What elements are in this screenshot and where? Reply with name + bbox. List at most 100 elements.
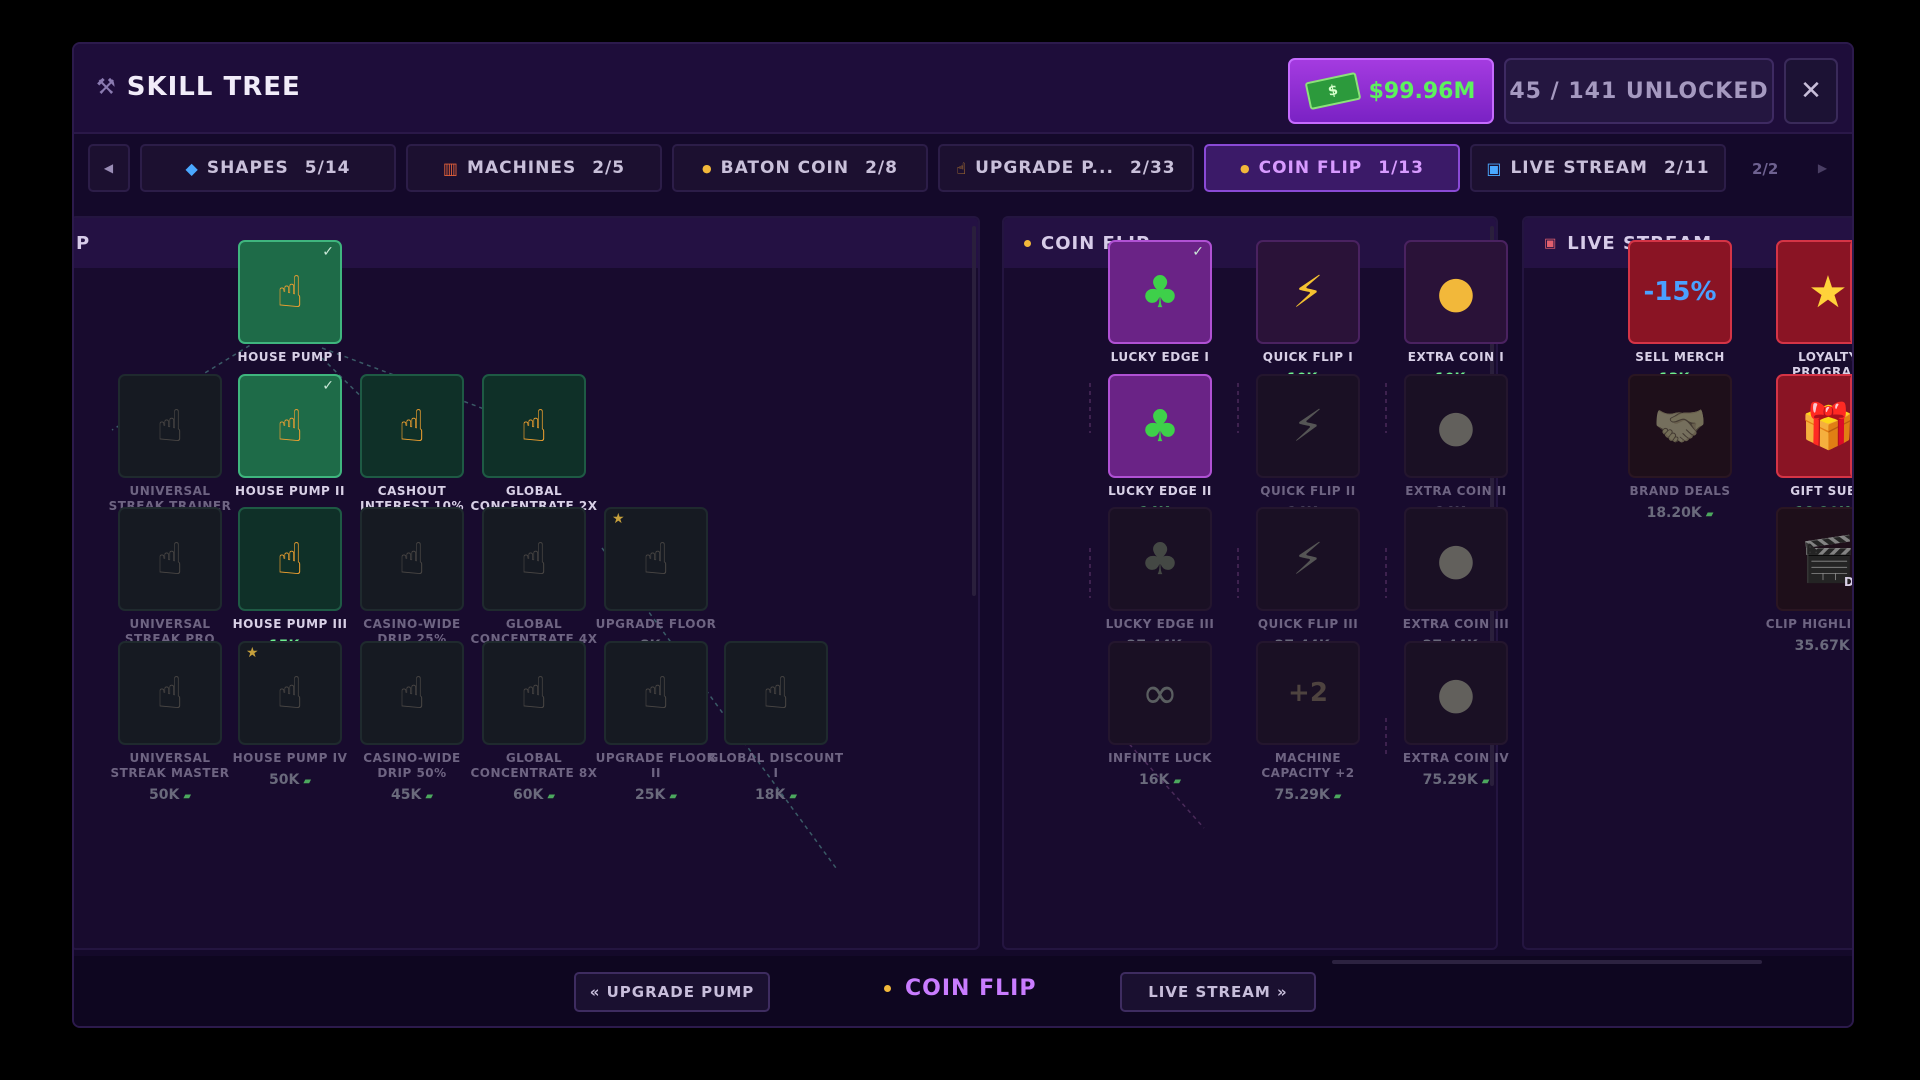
chevron-left-icon: ◀ xyxy=(103,161,115,175)
horizontal-scrollbar[interactable] xyxy=(1332,960,1762,964)
cash-icon: ▰ xyxy=(547,791,556,802)
skill-node[interactable]: ● xyxy=(1404,374,1508,478)
tv-icon: ▣ xyxy=(1544,235,1558,251)
price-value: 75.29K xyxy=(1422,772,1478,788)
skill-node[interactable]: ☝ ★ xyxy=(604,507,708,611)
tab-shapes[interactable]: ◆ SHAPES 5/14 xyxy=(140,144,396,192)
skill-node[interactable]: ☝ ✓ xyxy=(238,240,342,344)
current-section: COIN FLIP xyxy=(884,976,1036,1001)
handshake-icon: 🤝 xyxy=(1652,401,1708,452)
price-value: 50K xyxy=(268,772,300,788)
skill-node[interactable]: ☝ xyxy=(604,641,708,745)
pointing-hand-icon: ☝ xyxy=(762,667,790,719)
tab-label: COIN FLIP xyxy=(1258,158,1363,178)
cash-icon: ▰ xyxy=(1173,776,1182,787)
pointing-hand-icon: ☝ xyxy=(520,533,548,585)
skill-node[interactable]: ☝ ✓ xyxy=(238,374,342,478)
skill-node[interactable] xyxy=(1850,374,1852,478)
tabs-next-button[interactable]: ▶ xyxy=(1802,144,1844,192)
skill-price: 75.29K ▰ xyxy=(1376,772,1536,788)
tab-count: 2/33 xyxy=(1129,158,1176,178)
skill-label: UPGRADE FLOOR xyxy=(595,617,717,631)
coin-icon: ● xyxy=(1240,161,1251,175)
vertical-scrollbar[interactable] xyxy=(972,226,976,596)
skill-node[interactable]: ☝ xyxy=(360,374,464,478)
skill-node[interactable]: ☝ xyxy=(482,507,586,611)
tabs-prev-button[interactable]: ◀ xyxy=(88,144,130,192)
skill-node[interactable]: ☝ xyxy=(118,507,222,611)
header: ⚒ SKILL TREE $ $99.96M 45 / 141 UNLOCKED… xyxy=(74,44,1852,134)
tab-live-stream[interactable]: ▣ LIVE STREAM 2/11 xyxy=(1470,144,1726,192)
skill-node[interactable]: ☝ xyxy=(482,641,586,745)
skill-node[interactable]: ♣ xyxy=(1108,507,1212,611)
skill-node[interactable]: ● xyxy=(1404,507,1508,611)
coin-icon: ● xyxy=(1436,667,1476,719)
skill-node[interactable]: ☝ ★ xyxy=(238,641,342,745)
clover-icon: ♣ xyxy=(1140,533,1180,585)
skill-price: 18.20K▰ xyxy=(1600,505,1760,521)
price-value: 35.67K xyxy=(1794,638,1850,654)
price-value: 75.29K xyxy=(1274,787,1330,803)
skill-node[interactable]: ★✓ xyxy=(1776,240,1852,344)
footer-nav: « UPGRADE PUMP COIN FLIP LIVE STREAM » xyxy=(74,956,1852,1026)
tab-baton-coin[interactable]: ● BATON COIN 2/8 xyxy=(672,144,928,192)
skill-node[interactable]: ♣ ✓ xyxy=(1108,240,1212,344)
skill-node[interactable]: ☝ xyxy=(482,374,586,478)
coin-icon: ● xyxy=(702,161,713,175)
wrench-icon: ⚒ xyxy=(96,74,117,100)
skill-node[interactable]: 🎬 xyxy=(1776,507,1852,611)
close-icon: ✕ xyxy=(1800,76,1822,106)
cash-icon: ▰ xyxy=(789,791,798,802)
cash-icon: ▰ xyxy=(183,791,192,802)
skill-label: EXTRA COIN II xyxy=(1405,484,1507,498)
clover-icon: ♣ xyxy=(1140,266,1180,318)
skill-node[interactable]: 🎁 xyxy=(1776,374,1852,478)
tab-count: 5/14 xyxy=(304,158,351,178)
skill-node[interactable]: ☝ xyxy=(118,641,222,745)
tab-count: 2/5 xyxy=(592,158,626,178)
infinity-icon: ∞ xyxy=(1141,667,1179,719)
cash-amount: $99.96M xyxy=(1368,78,1476,104)
skill-label: SELL MERCH xyxy=(1635,350,1725,364)
pointing-hand-icon: ☝ xyxy=(398,533,426,585)
tab-coin-flip[interactable]: ● COIN FLIP 1/13 xyxy=(1204,144,1460,192)
prev-section-button[interactable]: « UPGRADE PUMP xyxy=(574,972,770,1012)
coin-icon: ● xyxy=(1436,400,1476,452)
skill-label: EXTRA COIN I xyxy=(1407,350,1505,364)
skill-node[interactable]: ⚡ xyxy=(1256,507,1360,611)
coin-icon: ● xyxy=(1436,266,1476,318)
close-button[interactable]: ✕ xyxy=(1784,58,1838,124)
category-tabs: ◀ ◆ SHAPES 5/14 ▥ MACHINES 2/5 ● BATON C… xyxy=(88,144,1848,194)
skill-node[interactable]: -15% xyxy=(1628,240,1732,344)
tv-icon: ▣ xyxy=(1486,158,1503,178)
tab-machines[interactable]: ▥ MACHINES 2/5 xyxy=(406,144,662,192)
price-value: 45K xyxy=(390,787,422,803)
skill-node[interactable]: ☝ xyxy=(118,374,222,478)
next-section-button[interactable]: LIVE STREAM » xyxy=(1120,972,1316,1012)
skill-label: LUCKY EDGE I xyxy=(1110,350,1210,364)
price-value: 60K xyxy=(512,787,544,803)
skill-node[interactable]: ● xyxy=(1404,641,1508,745)
skill-node[interactable]: ⚡ xyxy=(1256,240,1360,344)
skill-label: BRAND DEALS xyxy=(1629,484,1731,498)
skill-node[interactable]: ☝ xyxy=(360,641,464,745)
skill-label: MACHINE CAPACITY +2 xyxy=(1261,751,1355,780)
skill-node[interactable]: ∞ xyxy=(1108,641,1212,745)
skill-node[interactable] xyxy=(1850,240,1852,344)
skill-node[interactable]: ☝ xyxy=(724,641,828,745)
check-icon: ✓ xyxy=(1192,244,1204,260)
skill-node[interactable]: 🤝 xyxy=(1628,374,1732,478)
skill-node[interactable]: +2 xyxy=(1256,641,1360,745)
page-title: ⚒ SKILL TREE xyxy=(96,72,301,102)
tab-count: 2/8 xyxy=(865,158,898,178)
skill-label: LUCKY EDGE III xyxy=(1105,617,1215,631)
skill-node[interactable]: ☝ xyxy=(238,507,342,611)
skill-price: 16K ▰ xyxy=(1080,772,1240,788)
tab-upgrade-pump[interactable]: ☝ UPGRADE P... 2/33 xyxy=(938,144,1194,192)
skill-node[interactable]: ⚡ xyxy=(1256,374,1360,478)
skill-node[interactable]: ♣ xyxy=(1108,374,1212,478)
skill-node[interactable]: ☝ xyxy=(360,507,464,611)
skill-node[interactable]: ● xyxy=(1404,240,1508,344)
tab-label: UPGRADE P... xyxy=(975,158,1114,178)
price-value: 25K xyxy=(634,787,666,803)
